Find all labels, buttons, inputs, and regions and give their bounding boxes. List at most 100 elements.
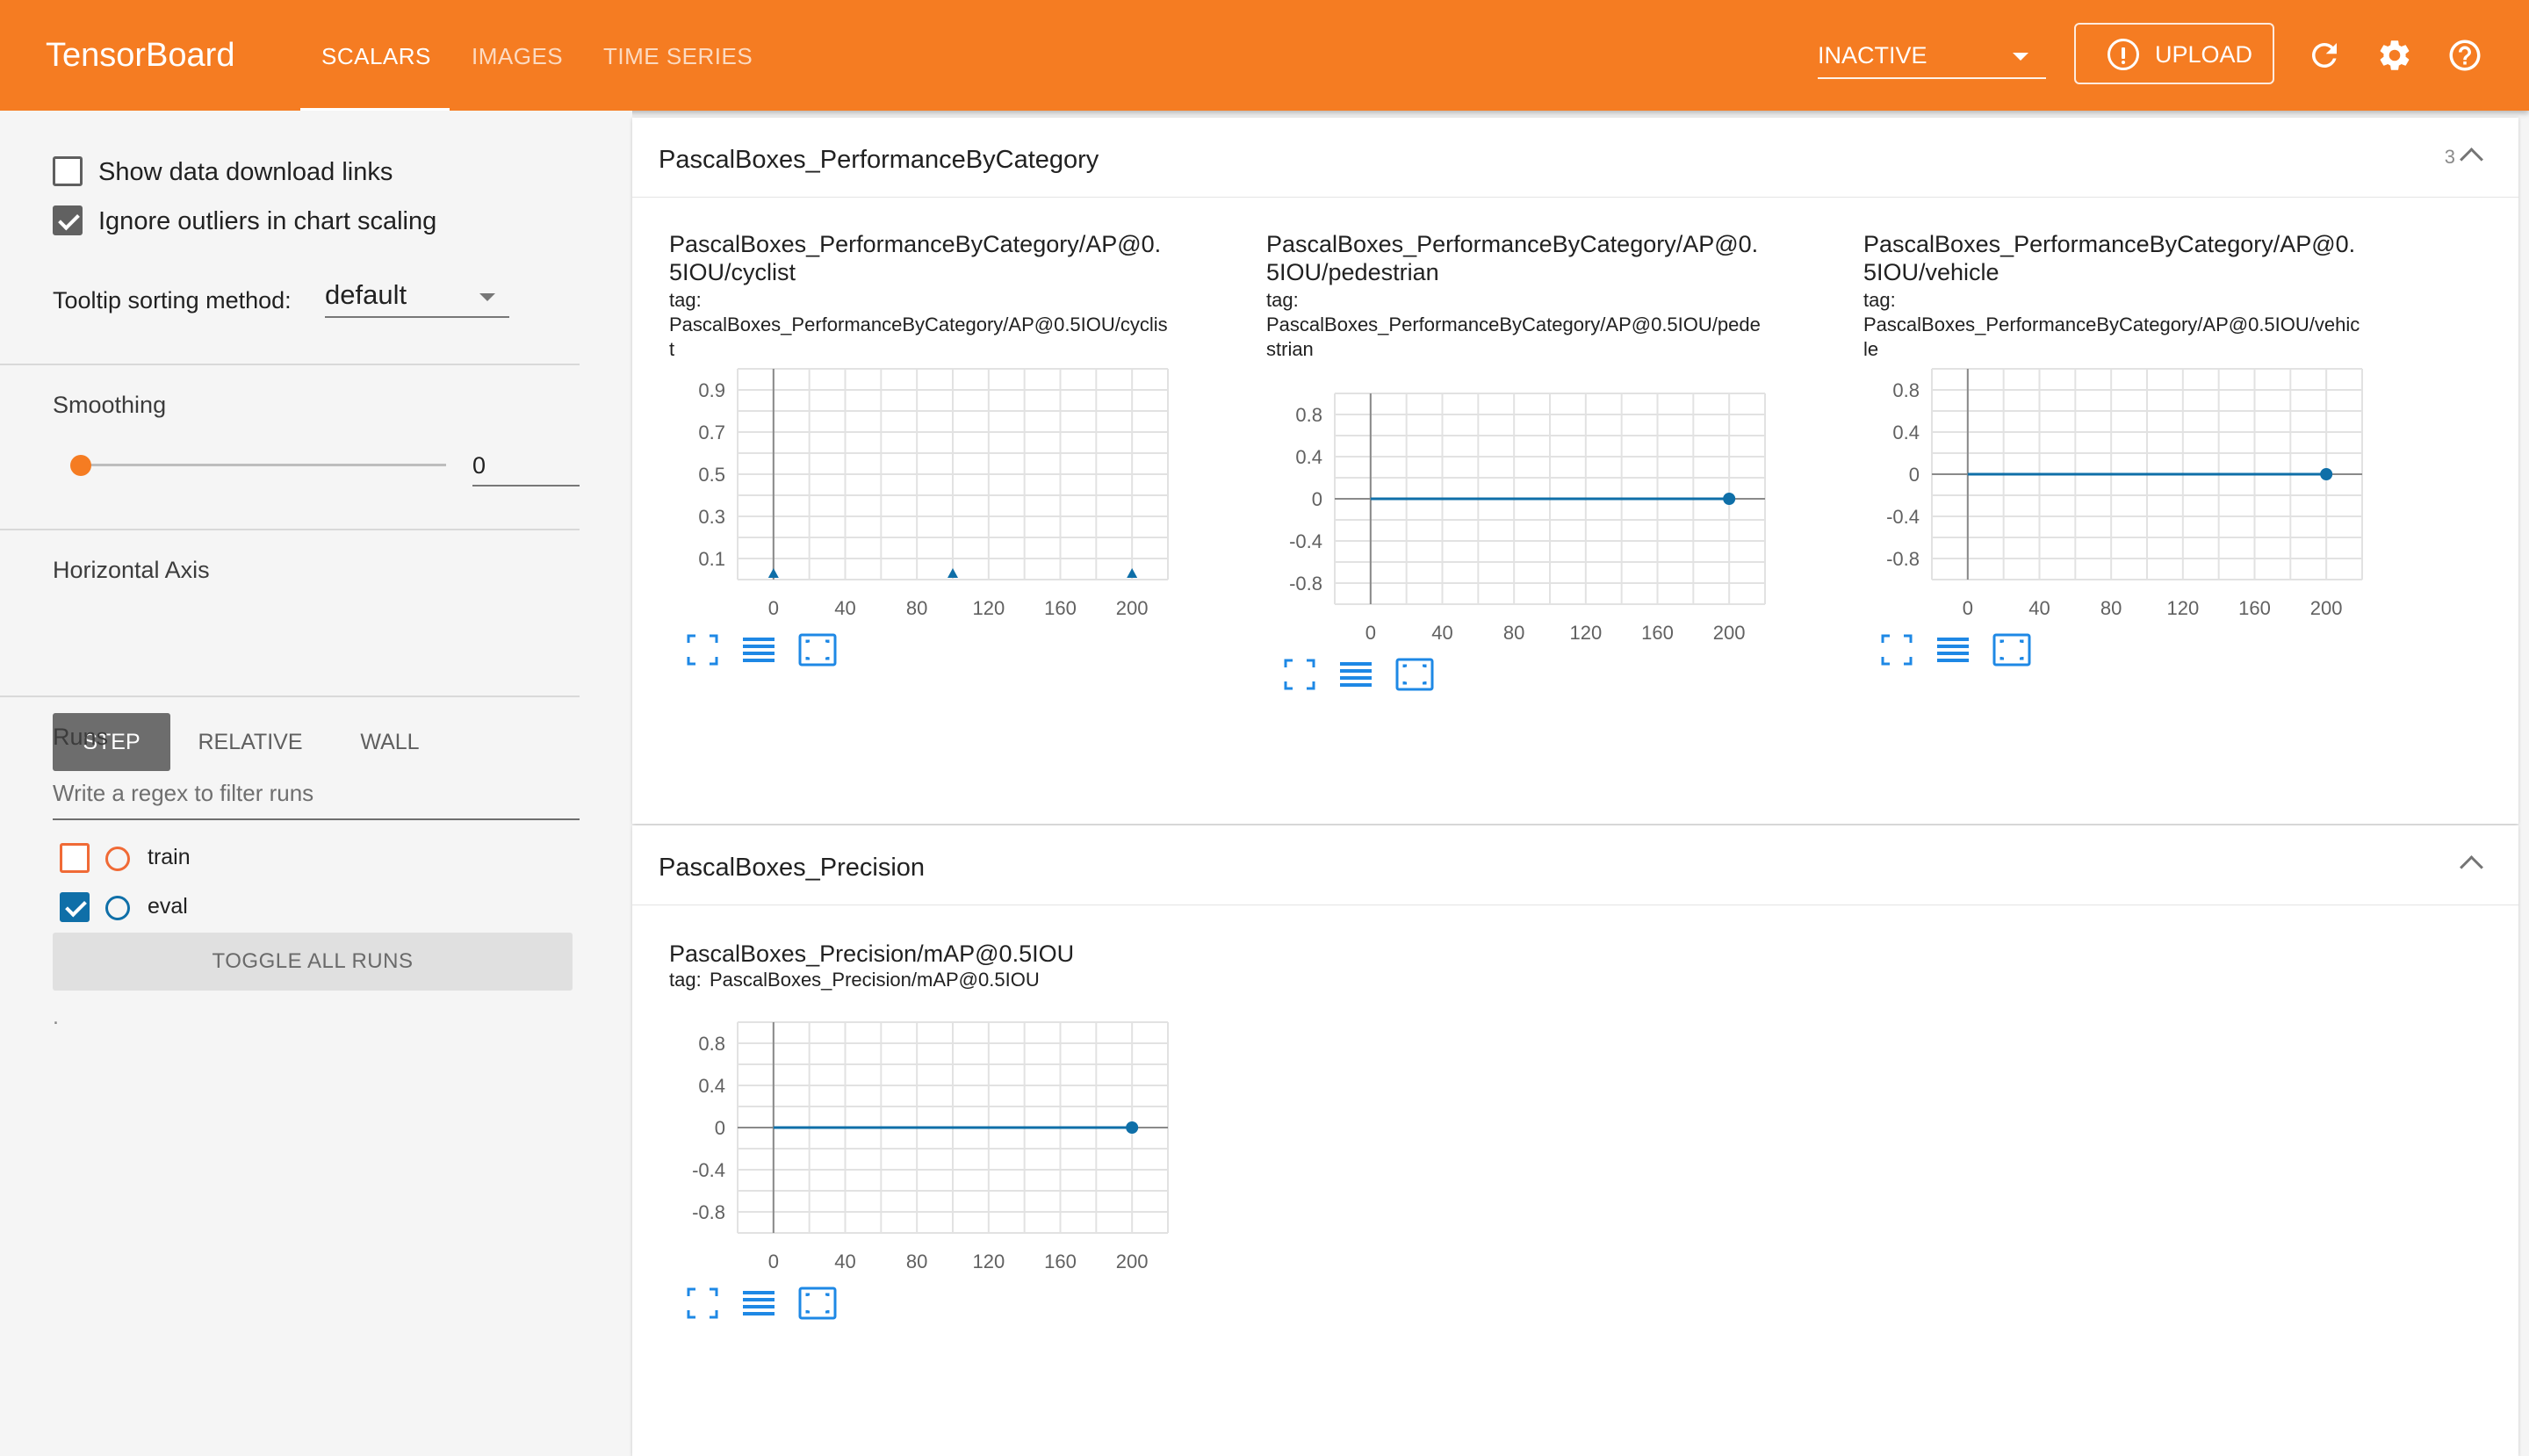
tab-scalars[interactable]: SCALARS <box>321 39 431 74</box>
scale-bar <box>743 1298 775 1301</box>
fit-domain-corners <box>1402 664 1427 685</box>
x-tick-label: 0 <box>1365 622 1376 644</box>
scale-bar <box>743 1291 775 1294</box>
collapse-chevron-icon[interactable] <box>2460 148 2483 171</box>
x-tick-label: 0 <box>1963 597 1973 619</box>
fullscreen-corner <box>710 1310 718 1319</box>
x-tick-label: 160 <box>1044 597 1077 619</box>
tab-time-series[interactable]: TIME SERIES <box>603 39 753 74</box>
fullscreen-icon[interactable] <box>687 634 718 666</box>
axis-relative-button[interactable]: RELATIVE <box>184 713 316 771</box>
group-header[interactable]: PascalBoxes_Precision <box>632 825 2518 905</box>
chart-tag: PascalBoxes_Precision/mAP@0.5IOU <box>710 969 1040 991</box>
fullscreen-corner <box>1307 659 1315 667</box>
fullscreen-corner <box>687 1310 695 1319</box>
fullscreen-corner <box>1881 657 1890 666</box>
y-tick-label: -0.8 <box>1886 548 1920 570</box>
fullscreen-icon[interactable] <box>1284 659 1315 690</box>
fullscreen-icon[interactable] <box>687 1287 718 1319</box>
dropdown-caret-icon <box>479 293 495 301</box>
x-tick-label: 40 <box>2028 597 2050 619</box>
run-train-checkbox[interactable] <box>60 843 90 873</box>
fit-domain-corners <box>1999 639 2024 660</box>
scalar-chart-pedestrian[interactable]: -0.8 -0.4 0 0.4 0.8 0 40 80 120 160 200 <box>1266 385 1767 697</box>
group-title: PascalBoxes_Precision <box>659 854 926 882</box>
run-eval-label[interactable]: eval <box>148 892 188 920</box>
fullscreen-corner <box>1881 634 1890 643</box>
collapse-chevron-icon[interactable] <box>2460 855 2483 879</box>
gear-icon[interactable] <box>2376 37 2413 74</box>
run-eval-color-icon[interactable] <box>105 896 130 920</box>
chart-title: PascalBoxes_PerformanceByCategory/AP@0.5… <box>1266 231 1759 285</box>
smoothing-slider[interactable] <box>79 464 446 466</box>
x-tick-label: 160 <box>2238 597 2271 619</box>
runs-filter-input[interactable] <box>53 780 580 807</box>
inactive-plugins-select[interactable]: INACTIVE <box>1818 35 2046 79</box>
ignore-outliers-label[interactable]: Ignore outliers in chart scaling <box>98 205 436 237</box>
scalar-chart-vehicle[interactable]: -0.8 -0.4 0 0.4 0.8 0 40 80 120 160 200 <box>1863 360 2364 673</box>
data-point-triangle <box>1127 568 1138 578</box>
refresh-icon[interactable] <box>2306 37 2343 74</box>
show-download-links-label[interactable]: Show data download links <box>98 156 393 188</box>
top-app-bar: TensorBoard SCALARS IMAGES TIME SERIES I… <box>0 0 2529 112</box>
x-tick-label: 120 <box>2166 597 2199 619</box>
x-tick-label: 80 <box>2100 597 2122 619</box>
ignore-outliers-checkbox[interactable] <box>53 205 83 235</box>
fit-domain-icon[interactable] <box>798 1287 837 1320</box>
toggle-log-scale-icon[interactable] <box>1937 638 1969 662</box>
app-brand[interactable]: TensorBoard <box>46 35 234 76</box>
toggle-log-scale-icon[interactable] <box>1340 662 1372 687</box>
y-tick-label: -0.4 <box>1289 530 1322 552</box>
fullscreen-corner <box>710 1287 718 1296</box>
x-tick-label: 0 <box>768 1251 779 1272</box>
upload-button[interactable]: UPLOAD <box>2074 23 2274 84</box>
smoothing-slider-thumb[interactable] <box>70 455 91 476</box>
y-tick-label: 0 <box>1909 464 1920 486</box>
group-header[interactable]: PascalBoxes_PerformanceByCategory 3 <box>632 118 2518 198</box>
scale-bar <box>1937 652 1969 655</box>
fullscreen-corner <box>687 657 695 666</box>
tab-images[interactable]: IMAGES <box>472 39 563 74</box>
fit-domain-icon[interactable] <box>798 633 837 667</box>
sidebar-divider <box>0 529 580 530</box>
chart-tag: PascalBoxes_PerformanceByCategory/AP@0.5… <box>1266 314 1761 360</box>
scale-bar <box>1937 638 1969 641</box>
scalar-chart-map[interactable]: -0.8 -0.4 0 0.4 0.8 0 40 80 120 160 200 <box>669 1013 1170 1326</box>
runs-filter-field[interactable] <box>53 773 580 820</box>
y-tick-label: -0.4 <box>1886 506 1920 528</box>
run-train-label[interactable]: train <box>148 843 191 871</box>
chart-title: PascalBoxes_PerformanceByCategory/AP@0.5… <box>669 231 1162 285</box>
scale-bar <box>1937 659 1969 662</box>
chart-title: PascalBoxes_PerformanceByCategory/AP@0.5… <box>1863 231 2356 285</box>
help-icon[interactable] <box>2446 37 2483 74</box>
fit-domain-icon[interactable] <box>1992 633 2031 667</box>
axis-wall-button[interactable]: WALL <box>338 713 442 771</box>
upload-button-label: UPLOAD <box>2155 41 2253 68</box>
y-tick-label: -0.8 <box>692 1201 725 1223</box>
fullscreen-icon[interactable] <box>1881 634 1913 666</box>
run-eval-checkbox[interactable] <box>60 892 90 922</box>
y-tick-label: 0.8 <box>698 1033 725 1055</box>
toggle-log-scale-icon[interactable] <box>743 638 775 662</box>
x-tick-label: 40 <box>1431 622 1452 644</box>
y-tick-label: 0 <box>1312 488 1322 510</box>
data-point-triangle <box>947 568 958 578</box>
fit-domain-corners <box>805 639 830 660</box>
fit-domain-corners <box>805 1293 830 1314</box>
x-tick-label: 200 <box>1713 622 1746 644</box>
show-download-links-checkbox[interactable] <box>53 156 83 186</box>
run-train-color-icon[interactable] <box>105 847 130 871</box>
toggle-log-scale-icon[interactable] <box>743 1291 775 1315</box>
fullscreen-corner <box>1284 659 1293 667</box>
x-tick-label: 80 <box>906 1251 927 1272</box>
scale-bar <box>1340 676 1372 680</box>
scalar-chart-cyclist[interactable]: 0.1 0.3 0.5 0.7 0.9 0 40 80 120 160 200 <box>669 360 1170 673</box>
fit-domain-icon[interactable] <box>1395 658 1434 691</box>
tooltip-sorting-select[interactable]: default <box>325 278 509 318</box>
toggle-all-runs-button[interactable]: TOGGLE ALL RUNS <box>53 933 573 991</box>
y-tick-label: 0.7 <box>698 422 725 443</box>
smoothing-input[interactable]: 0 <box>472 450 580 487</box>
x-tick-label: 40 <box>834 1251 855 1272</box>
runs-title: Runs <box>53 724 109 750</box>
fit-domain-frame <box>1395 658 1434 691</box>
